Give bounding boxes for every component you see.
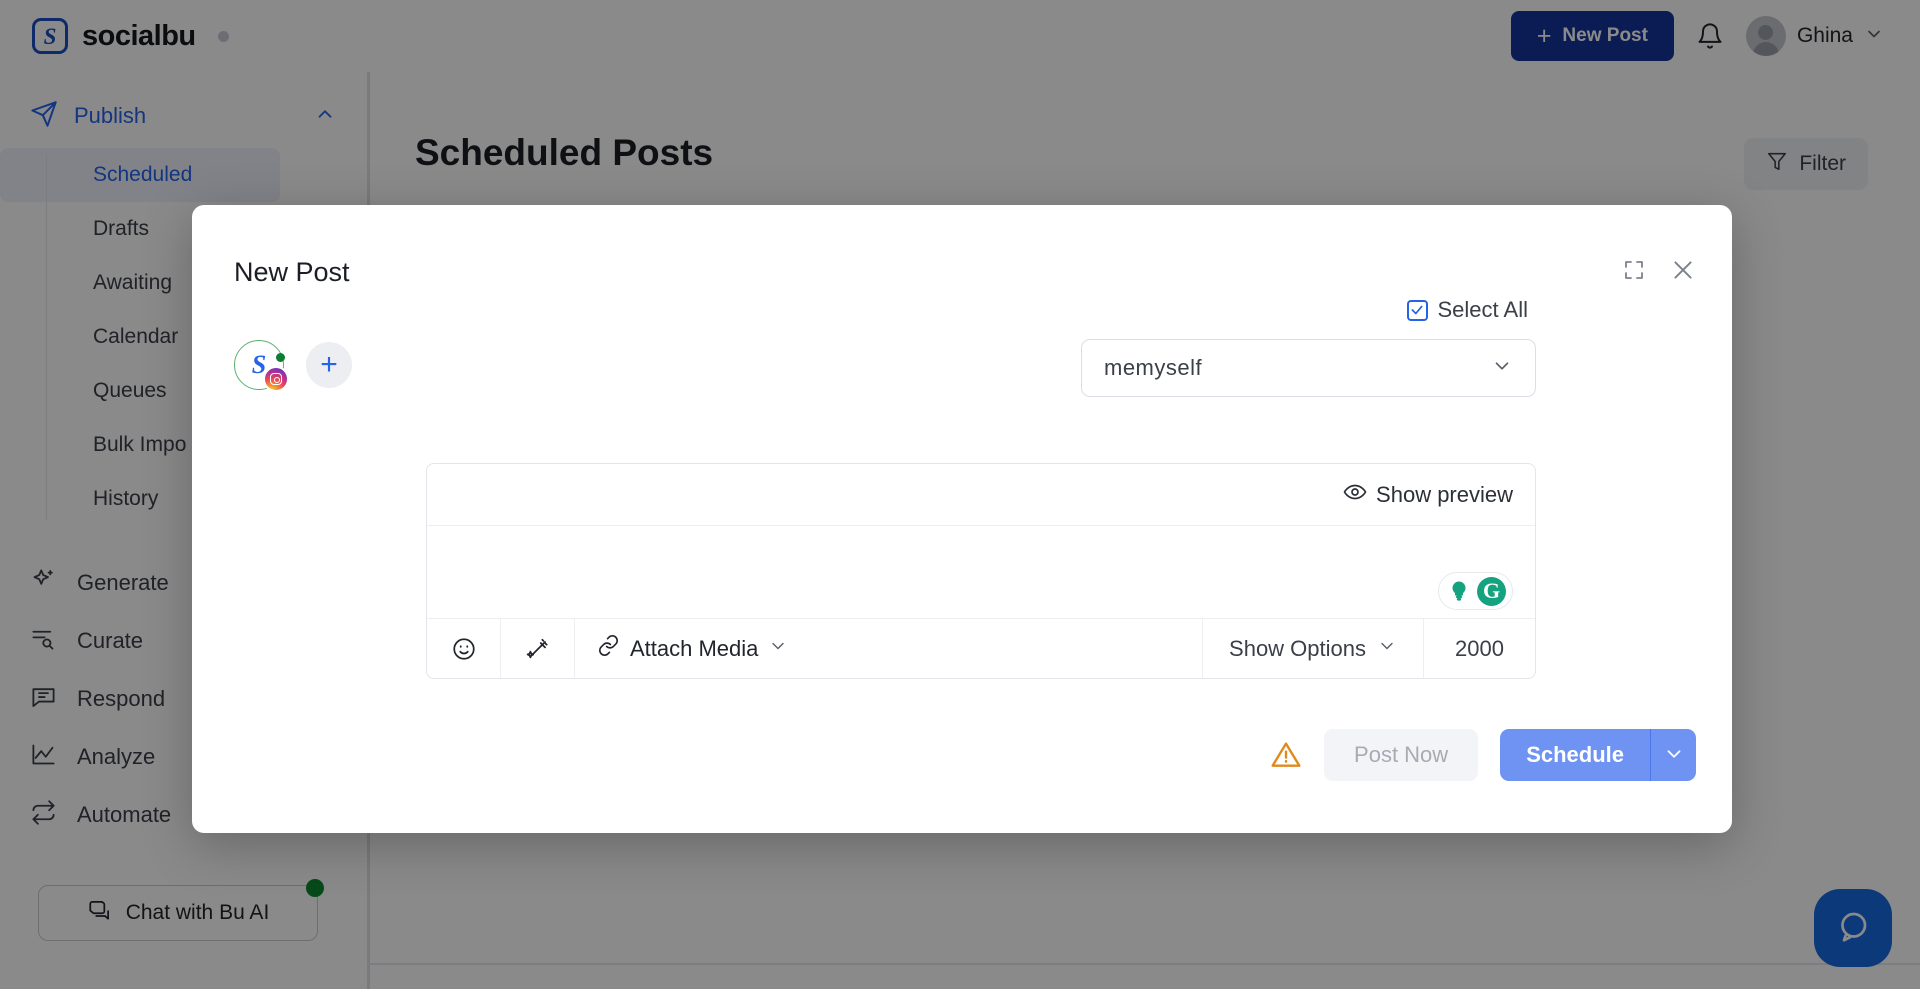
select-all-label: Select All bbox=[1437, 297, 1529, 322]
magic-wand-icon[interactable] bbox=[501, 619, 575, 678]
show-preview-label: Show preview bbox=[1376, 481, 1513, 507]
modal-footer: Post Now Schedule bbox=[1270, 729, 1696, 781]
account-group-value: memyself bbox=[1104, 355, 1203, 380]
chevron-down-icon bbox=[1491, 355, 1513, 382]
modal-actions bbox=[1622, 257, 1696, 283]
account-group-select[interactable]: memyself bbox=[1081, 339, 1536, 397]
link-icon bbox=[597, 634, 620, 663]
screen-root: S socialbu + New Post Ghina Publish Sche… bbox=[0, 0, 1920, 989]
post-text-area[interactable]: G bbox=[427, 526, 1535, 618]
grammarly-suggestion-bulb-icon bbox=[1445, 577, 1473, 605]
close-icon[interactable] bbox=[1670, 257, 1696, 283]
schedule-dropdown-button[interactable] bbox=[1650, 729, 1696, 781]
chevron-down-icon bbox=[1663, 743, 1685, 768]
grammarly-widget[interactable]: G bbox=[1438, 572, 1513, 610]
show-options-label: Show Options bbox=[1229, 635, 1366, 661]
attach-media-label: Attach Media bbox=[630, 635, 759, 661]
account-connected-dot-icon bbox=[276, 353, 285, 362]
schedule-split-button: Schedule bbox=[1500, 729, 1696, 781]
chevron-down-icon bbox=[768, 636, 788, 662]
eye-icon bbox=[1343, 480, 1367, 510]
select-all-checkbox[interactable]: Select All bbox=[1406, 297, 1529, 323]
account-selector-row: S + bbox=[234, 340, 352, 392]
warning-triangle-icon[interactable] bbox=[1270, 739, 1302, 771]
attach-media-button[interactable]: Attach Media bbox=[575, 619, 810, 678]
account-avatar-memyself[interactable]: S bbox=[234, 340, 289, 392]
emoji-icon[interactable] bbox=[427, 619, 501, 678]
character-count: 2000 bbox=[1423, 619, 1535, 678]
expand-icon[interactable] bbox=[1622, 258, 1646, 282]
show-preview-button[interactable]: Show preview bbox=[1343, 480, 1513, 510]
post-now-button[interactable]: Post Now bbox=[1324, 729, 1479, 781]
add-account-button[interactable]: + bbox=[306, 342, 352, 388]
editor-header: Show preview bbox=[427, 464, 1535, 526]
show-options-button[interactable]: Show Options bbox=[1202, 619, 1423, 678]
chevron-down-icon bbox=[1377, 636, 1397, 662]
post-editor: Show preview G Attach Media Show Options… bbox=[426, 463, 1536, 679]
schedule-button[interactable]: Schedule bbox=[1500, 729, 1650, 781]
grammarly-logo-icon: G bbox=[1477, 576, 1506, 606]
instagram-badge-icon bbox=[263, 366, 289, 392]
editor-toolbar: Attach Media Show Options 2000 bbox=[427, 618, 1535, 678]
modal-title: New Post bbox=[234, 257, 350, 287]
checkbox-checked-icon bbox=[1406, 299, 1428, 321]
plus-icon: + bbox=[320, 348, 338, 381]
new-post-modal: New Post S + Select All memyself Show pr… bbox=[192, 205, 1732, 833]
